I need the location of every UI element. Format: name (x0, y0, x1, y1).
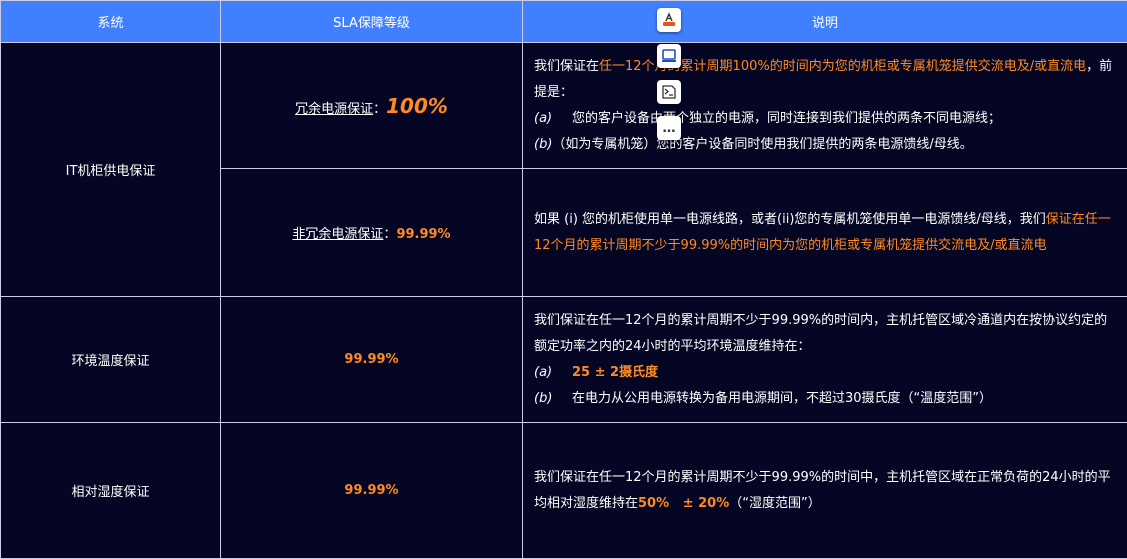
desc-cell: 如果 (i) 您的机柜使用单一电源线路，或者(ii)您的专属机笼使用单一电源馈线… (522, 168, 1127, 297)
system-cell: 相对湿度保证 (0, 422, 221, 559)
desc-cell: 我们保证在任一12个月的累计周期100%的时间内为您的机柜或专属机笼提供交流电及… (522, 42, 1127, 169)
header-level: SLA保障等级 (220, 0, 523, 43)
level-value: 99.99% (344, 483, 399, 498)
desc-main: 我们保证在任一12个月的累计周期不少于99.99%的时间中，主机托管区域在正常负… (534, 469, 1111, 511)
level-colon: ： (383, 227, 397, 242)
desc-cell: 我们保证在任一12个月的累计周期不少于99.99%的时间内，主机托管区域冷通道内… (522, 296, 1127, 423)
desc-tail: （“湿度范围”） (729, 495, 821, 511)
header-system: 系统 (0, 0, 221, 43)
system-cell: 环境温度保证 (0, 296, 221, 423)
level-value: 99.99% (344, 352, 399, 367)
chat-button[interactable] (657, 80, 681, 104)
desc-range: 50% ± 20% (638, 495, 730, 511)
level-value: 99.99% (396, 227, 451, 242)
system-name: IT机柜供电保证 (65, 164, 156, 179)
more-icon: … (662, 120, 676, 136)
desc-lead: 如果 (i) 您的机柜使用单一电源线路，或者(ii)您的专属机笼使用单一电源馈线… (534, 211, 1046, 227)
system-name: 相对湿度保证 (71, 485, 150, 500)
desc-lead: 我们保证在 (534, 58, 600, 74)
item-text: （如为专属机笼）您的客户设备同时使用我们提供的两条电源馈线/母线。 (552, 136, 973, 152)
item-text: 25 ± 2摄氏度 (572, 364, 659, 380)
translate-icon (663, 12, 675, 26)
level-colon: ： (373, 101, 387, 117)
screen-button[interactable] (657, 44, 681, 68)
table-row: 相对湿度保证 99.99% 我们保证在任一12个月的累计周期不少于99.99%的… (0, 422, 1127, 559)
level-label: 非冗余电源保证 (292, 227, 384, 242)
level-label: 冗余电源保证 (295, 101, 374, 117)
table-row: IT机柜供电保证 冗余电源保证：100% 我们保证在任一12个月的累计周期100… (0, 42, 1127, 297)
desc-cell: 我们保证在任一12个月的累计周期不少于99.99%的时间中，主机托管区域在正常负… (522, 422, 1127, 559)
item-text: 在电力从公用电源转换为备用电源期间，不超过30摄氏度（“温度范围”） (572, 390, 993, 406)
table-row: 环境温度保证 99.99% 我们保证在任一12个月的累计周期不少于99.99%的… (0, 296, 1127, 423)
level-cell: 99.99% (220, 296, 523, 423)
chat-icon (662, 85, 676, 99)
translate-button[interactable] (657, 8, 681, 32)
header-row: 系统 SLA保障等级 说明 (0, 0, 1127, 43)
item-text: 您的客户设备由两个独立的电源，同时连接到我们提供的两条不同电源线； (572, 110, 1002, 126)
item-marker: (b) (534, 390, 553, 406)
desc-main: 我们保证在任一12个月的累计周期不少于99.99%的时间内，主机托管区域冷通道内… (534, 312, 1108, 354)
item-marker: (a) (534, 110, 553, 126)
level-value: 100% (386, 93, 448, 118)
item-marker: (a) (534, 364, 553, 380)
level-cell: 非冗余电源保证：99.99% (220, 168, 523, 297)
level-cell: 99.99% (220, 422, 523, 559)
header-desc: 说明 (522, 0, 1127, 43)
system-cell: IT机柜供电保证 (0, 42, 221, 297)
system-name: 环境温度保证 (71, 354, 150, 369)
more-button[interactable]: … (657, 116, 681, 140)
sla-table: 系统 SLA保障等级 说明 IT机柜供电保证 冗余电源保证：100% 我们保证在… (0, 0, 1127, 559)
level-cell: 冗余电源保证：100% (220, 42, 523, 169)
item-marker: (b) (534, 136, 553, 152)
screen-icon (662, 49, 676, 62)
